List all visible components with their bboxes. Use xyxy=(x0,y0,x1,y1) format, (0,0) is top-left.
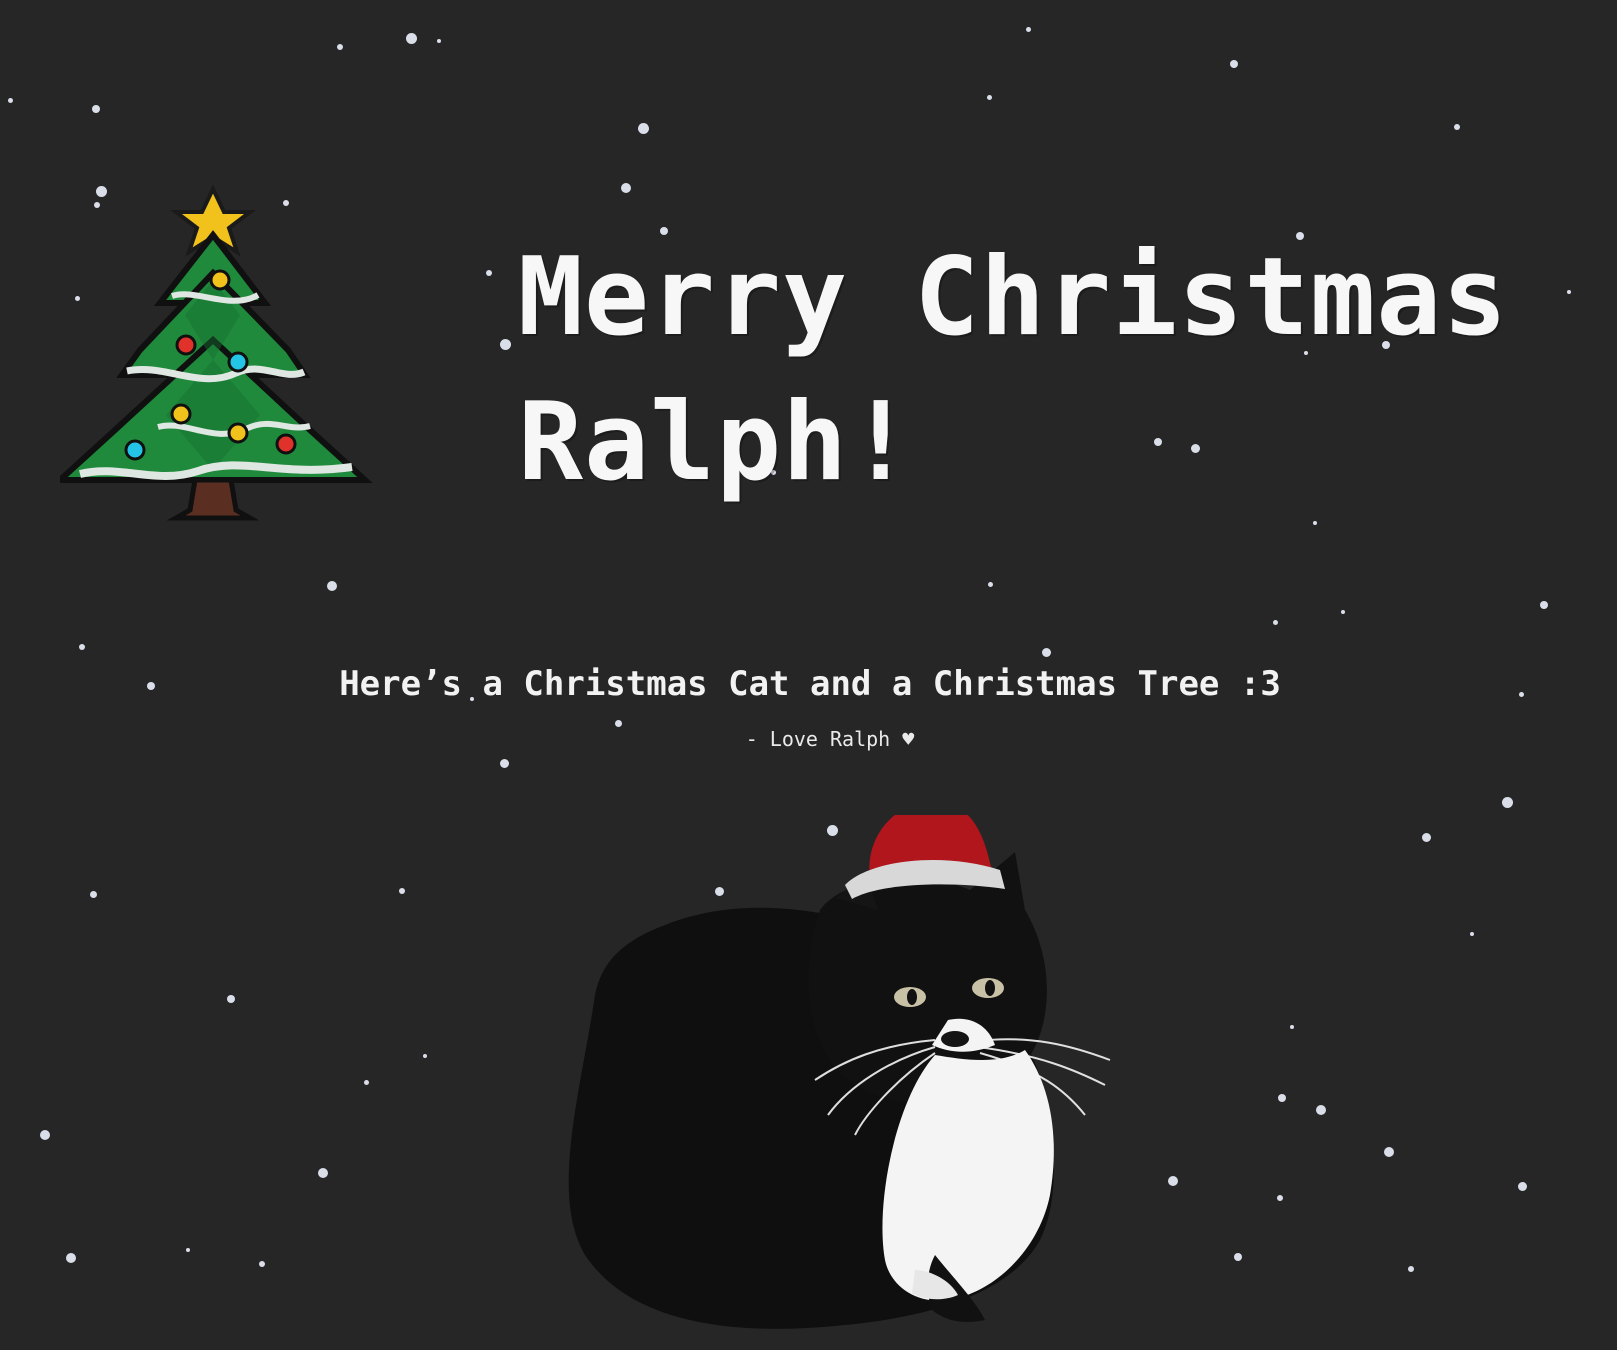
snowflake xyxy=(8,98,13,103)
snowflake xyxy=(621,183,631,193)
greeting-message: Here’s a Christmas Cat and a Christmas T… xyxy=(339,664,1281,704)
snowflake xyxy=(1234,1253,1242,1261)
snowflake xyxy=(66,1253,76,1263)
tree-trunk xyxy=(166,477,260,521)
snowflake xyxy=(79,644,85,650)
snowflake xyxy=(1313,521,1317,525)
snowflake xyxy=(1518,1182,1527,1191)
snowflake xyxy=(615,720,622,727)
snowflake xyxy=(399,888,405,894)
snowflake xyxy=(1341,610,1345,614)
snowflake xyxy=(1290,1025,1294,1029)
snowflake xyxy=(1168,1176,1178,1186)
snowflake xyxy=(638,123,649,134)
snowflake xyxy=(500,339,511,350)
snowflake xyxy=(337,44,343,50)
snowflake xyxy=(1470,932,1474,936)
snowflake xyxy=(1278,1094,1286,1102)
snowflake xyxy=(147,682,155,690)
snowflake xyxy=(1422,833,1431,842)
snowflake xyxy=(988,582,993,587)
tree-body xyxy=(60,230,373,483)
snowflake xyxy=(1540,601,1548,609)
snowflake xyxy=(1273,620,1278,625)
christmas-cat-image xyxy=(568,815,1111,1329)
signature-line: - Love Ralph ♥ xyxy=(745,727,915,751)
snowflake xyxy=(1384,1147,1394,1157)
snowflake xyxy=(259,1261,265,1267)
snowflake xyxy=(327,581,337,591)
christmas-card-page: Merry Christmas Ralph! Here’s a Christma… xyxy=(0,0,1617,1350)
snowflake xyxy=(1230,60,1238,68)
snowflake xyxy=(1502,797,1513,808)
cat-body xyxy=(568,852,1111,1329)
snowflake xyxy=(437,39,441,43)
snowflake xyxy=(186,1248,190,1252)
snowflake xyxy=(1026,27,1031,32)
snowflake xyxy=(500,759,509,768)
snowflake xyxy=(90,891,97,898)
snowflake xyxy=(1316,1105,1326,1115)
snowflake xyxy=(1042,648,1051,657)
snowflake xyxy=(486,270,492,276)
snowflake xyxy=(423,1054,427,1058)
snowflake xyxy=(406,33,417,44)
snowflake xyxy=(40,1130,50,1140)
snowflake xyxy=(92,105,100,113)
snowflake xyxy=(1519,692,1524,697)
snowflake xyxy=(318,1168,328,1178)
snowflake xyxy=(987,95,992,100)
snowflake xyxy=(1277,1195,1283,1201)
snowflake xyxy=(1454,124,1460,130)
snowflake xyxy=(227,995,235,1003)
headline-title: Merry Christmas Ralph! xyxy=(518,235,1509,505)
snowflake xyxy=(364,1080,369,1085)
christmas-tree-image xyxy=(60,185,373,521)
snowflake xyxy=(1408,1266,1414,1272)
